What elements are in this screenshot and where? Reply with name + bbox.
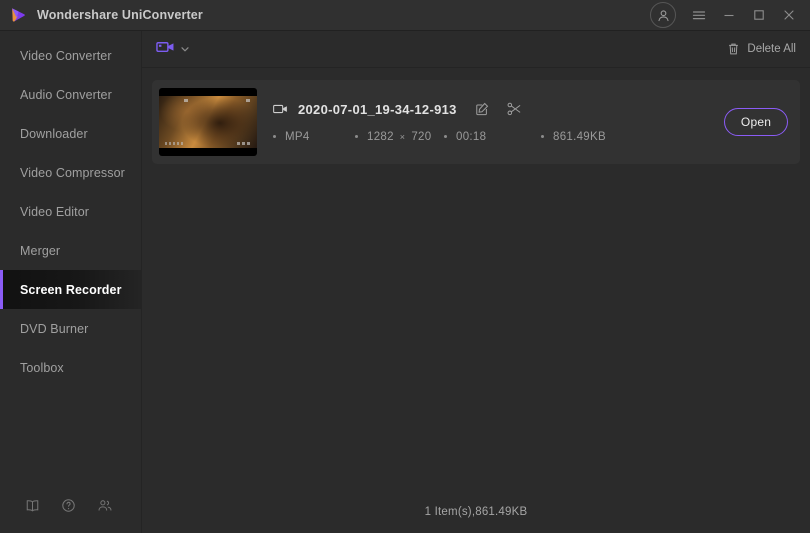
sidebar-item-toolbox[interactable]: Toolbox (0, 348, 141, 387)
bullet-dot-icon (273, 135, 276, 138)
thumbnail-artifact (184, 99, 188, 102)
trash-icon (727, 42, 740, 56)
sidebar-nav: Video Converter Audio Converter Download… (0, 31, 141, 387)
content-toolbar: Delete All (142, 31, 810, 68)
sidebar-item-label: Merger (20, 243, 61, 258)
thumbnail-artifact (246, 99, 250, 102)
resolution-separator: × (399, 131, 406, 142)
thumbnail-image (159, 96, 257, 148)
sidebar: Video Converter Audio Converter Download… (0, 31, 142, 533)
file-format: MP4 (273, 131, 355, 143)
app-body: Video Converter Audio Converter Download… (0, 31, 810, 533)
file-height-value: 720 (411, 130, 432, 143)
file-format-value: MP4 (285, 130, 310, 143)
video-camera-icon (273, 103, 288, 115)
edit-pencil-icon[interactable] (475, 102, 489, 116)
sidebar-item-video-converter[interactable]: Video Converter (0, 36, 141, 75)
status-bar: 1 Item(s),861.49KB (142, 491, 810, 533)
sidebar-item-merger[interactable]: Merger (0, 231, 141, 270)
sidebar-item-label: DVD Burner (20, 321, 89, 336)
sidebar-item-label: Video Editor (20, 204, 90, 219)
sidebar-item-label: Toolbox (20, 360, 64, 375)
community-people-icon[interactable] (97, 498, 113, 513)
delete-all-button[interactable]: Delete All (725, 38, 798, 60)
file-duration-value: 00:18 (456, 130, 487, 143)
close-icon[interactable] (774, 0, 804, 31)
account-avatar-icon[interactable] (650, 2, 676, 28)
video-thumbnail (159, 88, 257, 156)
file-duration: 00:18 (444, 131, 541, 143)
sidebar-item-label: Downloader (20, 126, 88, 141)
file-list: 2020-07-01_19-34-12-913 MP4 1282 × 720 0… (142, 68, 810, 491)
sidebar-item-dvd-burner[interactable]: DVD Burner (0, 309, 141, 348)
app-title: Wondershare UniConverter (37, 8, 203, 22)
file-card[interactable]: 2020-07-01_19-34-12-913 MP4 1282 × 720 0… (152, 80, 800, 164)
user-guide-book-icon[interactable] (25, 498, 40, 513)
file-size-value: 861.49KB (553, 130, 606, 143)
file-name: 2020-07-01_19-34-12-913 (298, 101, 457, 117)
scissors-trim-icon[interactable] (507, 102, 522, 116)
sidebar-item-audio-converter[interactable]: Audio Converter (0, 75, 141, 114)
delete-all-label: Delete All (747, 43, 796, 55)
minimize-icon[interactable] (714, 0, 744, 31)
file-title-row: 2020-07-01_19-34-12-913 (273, 102, 724, 117)
sidebar-footer (0, 477, 141, 533)
window-controls (650, 0, 804, 31)
thumbnail-artifact (165, 142, 183, 145)
help-question-icon[interactable] (61, 498, 76, 513)
sidebar-item-downloader[interactable]: Downloader (0, 114, 141, 153)
main-content: Delete All 2020-07-01_19-34-12-913 MP4 1… (142, 31, 810, 533)
sidebar-item-video-compressor[interactable]: Video Compressor (0, 153, 141, 192)
bullet-dot-icon (355, 135, 358, 138)
status-summary: 1 Item(s),861.49KB (424, 506, 528, 518)
video-camera-icon (156, 39, 175, 60)
bullet-dot-icon (444, 135, 447, 138)
sidebar-item-label: Audio Converter (20, 87, 112, 102)
file-size: 861.49KB (541, 131, 606, 143)
chevron-down-icon (180, 44, 190, 54)
bullet-dot-icon (541, 135, 544, 138)
title-bar: Wondershare UniConverter (0, 0, 810, 31)
app-window: Wondershare UniConverter Video Converter… (0, 0, 810, 533)
open-button[interactable]: Open (724, 108, 788, 136)
sidebar-item-screen-recorder[interactable]: Screen Recorder (0, 270, 141, 309)
hamburger-menu-icon[interactable] (684, 0, 714, 31)
sidebar-item-label: Video Converter (20, 48, 112, 63)
sidebar-item-label: Screen Recorder (20, 282, 122, 297)
file-properties-row: MP4 1282 × 720 00:18 861.49KB (273, 131, 724, 143)
maximize-icon[interactable] (744, 0, 774, 31)
thumbnail-artifact (237, 142, 251, 145)
file-resolution: 1282 × 720 (355, 131, 444, 143)
output-format-selector[interactable] (152, 37, 194, 62)
file-width-value: 1282 (367, 130, 394, 143)
sidebar-item-label: Video Compressor (20, 165, 125, 180)
wondershare-logo (8, 5, 28, 25)
file-meta: 2020-07-01_19-34-12-913 MP4 1282 × 720 0… (273, 102, 724, 143)
sidebar-item-video-editor[interactable]: Video Editor (0, 192, 141, 231)
